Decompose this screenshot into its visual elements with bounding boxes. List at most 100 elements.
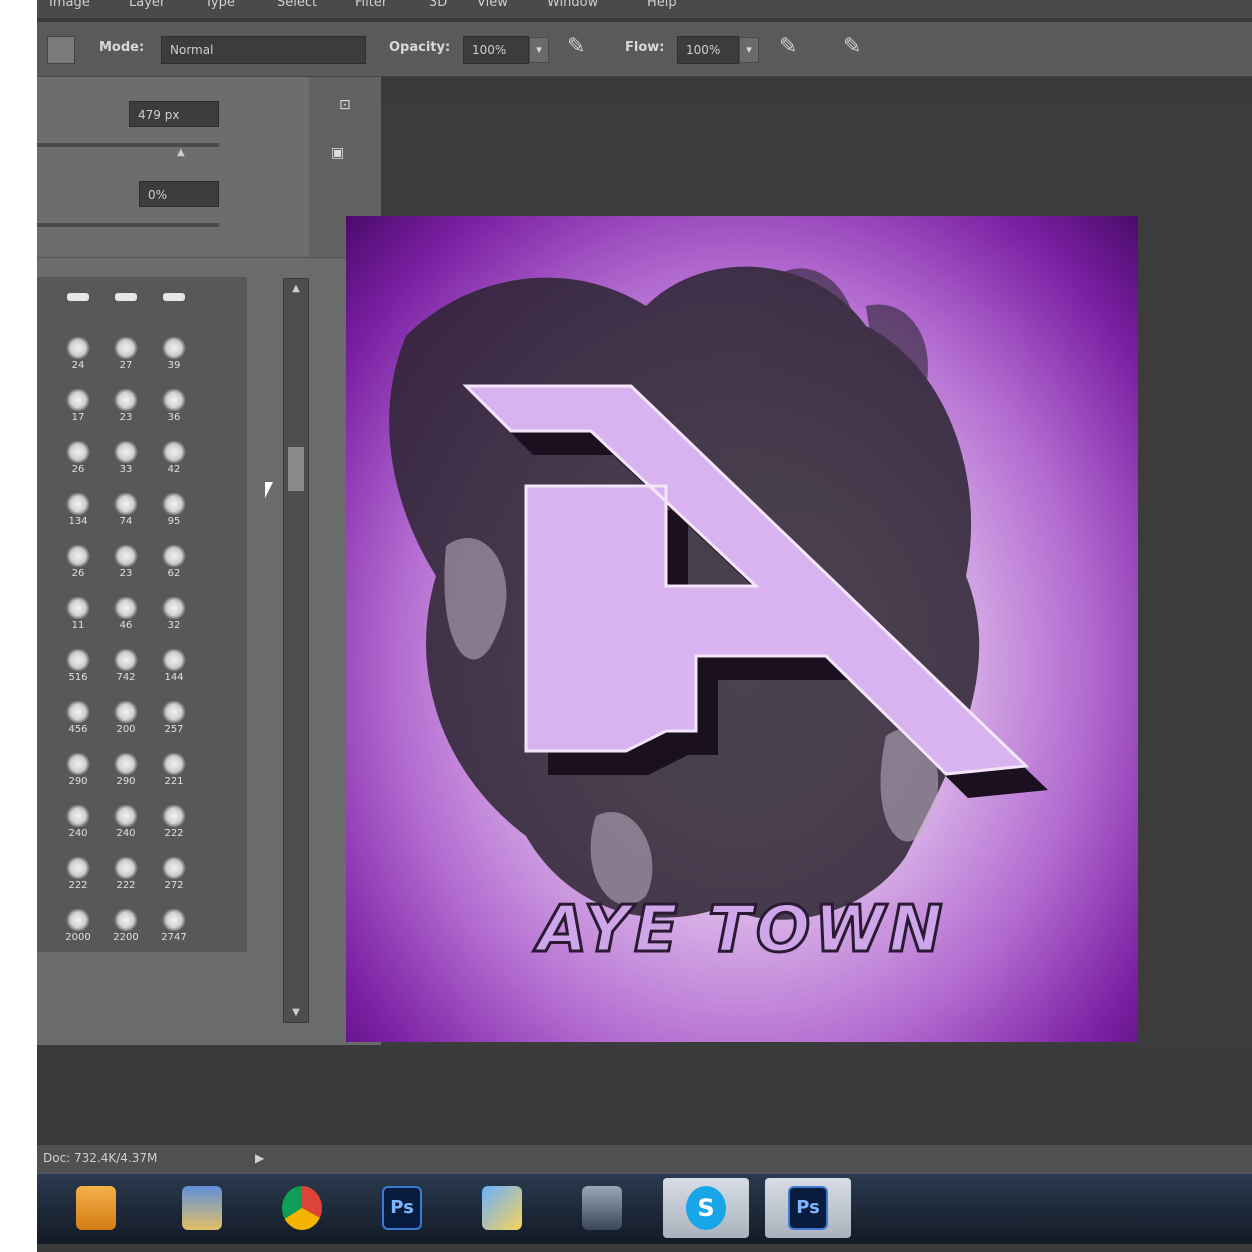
brush-preset-item[interactable]: 134 <box>55 489 101 541</box>
flow-input[interactable]: 100% <box>677 36 739 64</box>
artwork-graphic: AYE TOWN <box>389 266 1048 969</box>
taskbar-item-camera[interactable] <box>559 1178 645 1238</box>
brush-tip-icon <box>161 545 187 567</box>
brush-preset-item[interactable]: 23 <box>103 541 149 593</box>
brush-preset-item[interactable]: 26 <box>55 437 101 489</box>
photoshop-active-icon: Ps <box>788 1186 828 1230</box>
size-input[interactable]: 479 px <box>129 101 219 127</box>
menu-image[interactable]: Image <box>49 0 90 10</box>
menu-filter[interactable]: Filter <box>355 0 387 10</box>
brush-size-label: 17 <box>71 412 85 423</box>
brush-size-label: 62 <box>167 568 181 579</box>
taskbar-item-photoshop[interactable]: Ps <box>359 1178 445 1238</box>
brush-preset-item[interactable]: 26 <box>55 541 101 593</box>
brush-size-label: 222 <box>164 828 184 839</box>
brush-preset-item[interactable]: 11 <box>55 593 101 645</box>
brush-tip-icon <box>113 597 139 619</box>
pressure-opacity-icon[interactable]: ✎ <box>567 34 585 59</box>
menu-3d[interactable]: 3D <box>429 0 447 10</box>
menu-window[interactable]: Window <box>547 0 598 10</box>
brush-size-label: 36 <box>167 412 181 423</box>
brush-preset-item[interactable]: 144 <box>151 645 197 697</box>
brush-preset-item[interactable]: 222 <box>55 853 101 905</box>
hardness-input[interactable]: 0% <box>139 181 219 207</box>
brush-tip-icon <box>65 337 91 359</box>
airbrush-icon[interactable]: ✎ <box>779 34 797 59</box>
brush-size-label: 134 <box>68 516 88 527</box>
brush-tip-icon <box>65 389 91 411</box>
menu-layer[interactable]: Layer <box>129 0 165 10</box>
menu-view[interactable]: View <box>477 0 508 10</box>
brush-preset-item[interactable]: 272 <box>151 853 197 905</box>
opacity-input[interactable]: 100% <box>463 36 529 64</box>
brush-preset-item[interactable]: 257 <box>151 697 197 749</box>
taskbar-item-chrome[interactable] <box>259 1178 345 1238</box>
brush-preset-item[interactable]: 39 <box>151 333 197 385</box>
scroll-up-icon[interactable]: ▲ <box>284 283 308 294</box>
brush-preset-item[interactable]: 456 <box>55 697 101 749</box>
size-slider[interactable] <box>37 143 219 147</box>
brush-preset-item[interactable]: 17 <box>55 385 101 437</box>
flow-dropdown-icon[interactable]: ▾ <box>739 37 759 63</box>
new-preset-icon[interactable]: ▣ <box>331 145 344 161</box>
brush-preset-item[interactable]: 33 <box>103 437 149 489</box>
menu-help[interactable]: Help <box>647 0 677 10</box>
mode-dropdown[interactable]: Normal <box>161 36 366 64</box>
brush-size-label: 32 <box>167 620 181 631</box>
artwork-canvas[interactable]: AYE TOWN <box>346 216 1138 1042</box>
panel-menu-icon[interactable]: ⊡ <box>339 97 351 113</box>
brush-preset-item[interactable]: 36 <box>151 385 197 437</box>
brush-size-label: 26 <box>71 568 85 579</box>
brush-preset-item[interactable]: 2000 <box>55 905 101 957</box>
taskbar-item-paint[interactable] <box>459 1178 545 1238</box>
taskbar-item-explorer[interactable] <box>159 1178 245 1238</box>
brush-preset-item[interactable]: 516 <box>55 645 101 697</box>
brush-size-label: 2747 <box>161 932 187 943</box>
brush-tip-icon[interactable] <box>115 293 137 301</box>
brush-preset-item[interactable]: 221 <box>151 749 197 801</box>
brush-preset-item[interactable]: 2747 <box>151 905 197 957</box>
brush-preset-item[interactable]: 24 <box>55 333 101 385</box>
brush-preset-item[interactable]: 23 <box>103 385 149 437</box>
brush-tip-icon <box>113 701 139 723</box>
brush-preset-item[interactable]: 42 <box>151 437 197 489</box>
brush-size-label: 257 <box>164 724 184 735</box>
brush-preset-item[interactable]: 200 <box>103 697 149 749</box>
pressure-size-icon[interactable]: ✎ <box>843 34 861 59</box>
taskbar-item-photoshop-active[interactable]: Ps <box>765 1178 851 1238</box>
brush-size-label: 42 <box>167 464 181 475</box>
menu-select[interactable]: Select <box>277 0 317 10</box>
menu-type[interactable]: Type <box>205 0 235 10</box>
brush-preset-item[interactable]: 240 <box>103 801 149 853</box>
brush-preset-item[interactable]: 290 <box>103 749 149 801</box>
size-slider-handle-icon[interactable]: ▲ <box>177 147 185 158</box>
tool-preset-icon[interactable] <box>47 36 75 64</box>
brush-tip-icon[interactable] <box>67 293 89 301</box>
brush-tip-icon <box>65 545 91 567</box>
chrome-icon <box>282 1186 322 1230</box>
opacity-dropdown-icon[interactable]: ▾ <box>529 37 549 63</box>
media-player-icon <box>76 1186 116 1230</box>
taskbar-item-skype[interactable]: S <box>663 1178 749 1238</box>
brush-preset-item[interactable]: 222 <box>103 853 149 905</box>
brush-tip-icon <box>113 545 139 567</box>
brush-preset-item[interactable]: 2200 <box>103 905 149 957</box>
brush-preset-item[interactable]: 222 <box>151 801 197 853</box>
brush-preset-item[interactable]: 95 <box>151 489 197 541</box>
opacity-label: Opacity: <box>389 40 451 55</box>
scroll-down-icon[interactable]: ▼ <box>284 1007 308 1018</box>
scroll-thumb[interactable] <box>288 447 304 491</box>
status-menu-arrow-icon[interactable]: ▶ <box>255 1151 264 1165</box>
brush-preset-item[interactable]: 32 <box>151 593 197 645</box>
brush-preset-item[interactable]: 46 <box>103 593 149 645</box>
brush-preset-item[interactable]: 240 <box>55 801 101 853</box>
brush-tip-icon[interactable] <box>163 293 185 301</box>
taskbar-item-media[interactable] <box>53 1178 139 1238</box>
brush-list-scrollbar[interactable]: ▲ ▼ <box>283 278 309 1023</box>
brush-preset-item[interactable]: 742 <box>103 645 149 697</box>
brush-preset-item[interactable]: 62 <box>151 541 197 593</box>
brush-preset-item[interactable]: 290 <box>55 749 101 801</box>
hardness-slider[interactable] <box>37 223 219 227</box>
brush-preset-item[interactable]: 74 <box>103 489 149 541</box>
brush-preset-item[interactable]: 27 <box>103 333 149 385</box>
